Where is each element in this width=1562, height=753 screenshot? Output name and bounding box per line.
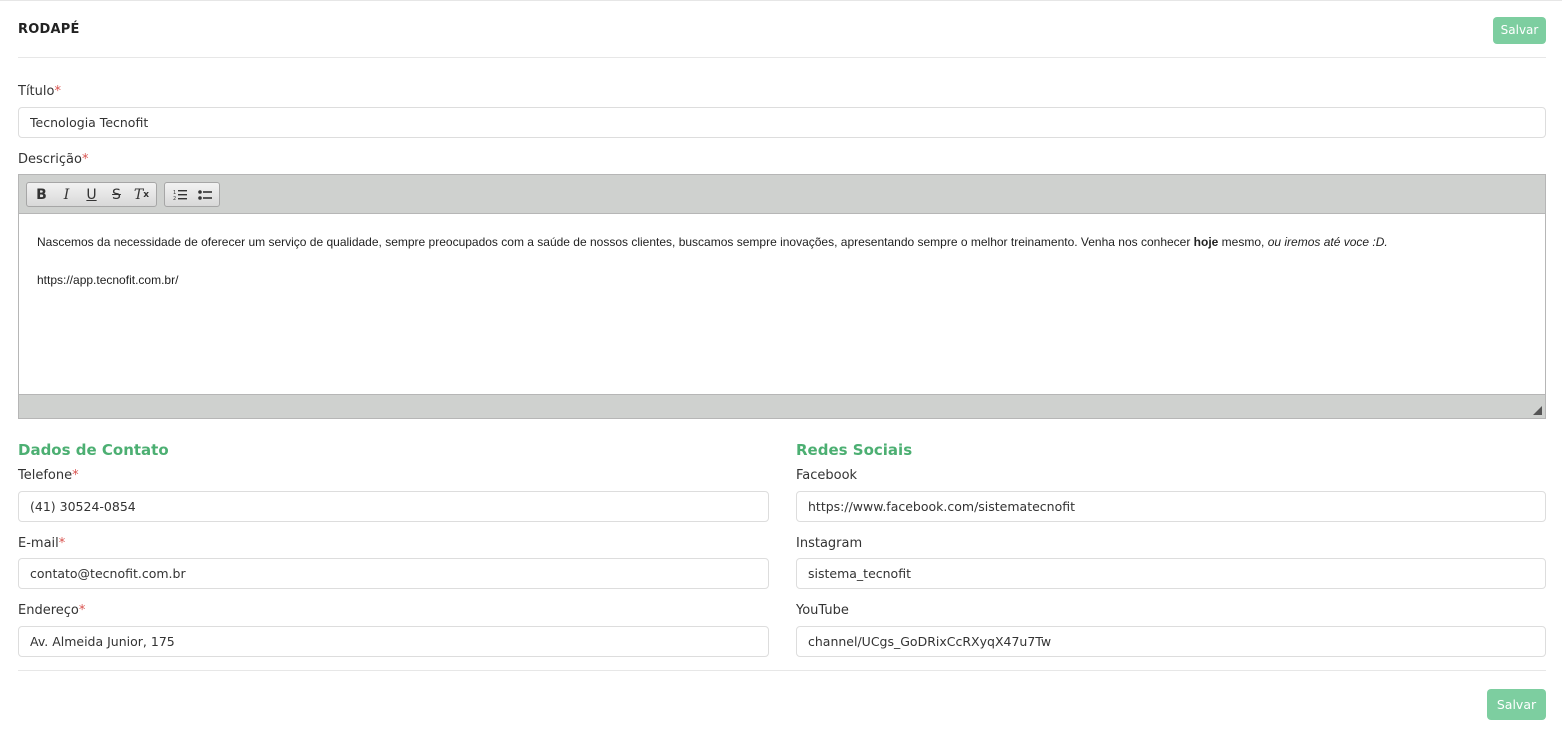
required-mark: * <box>78 603 86 618</box>
facebook-label: Facebook <box>796 468 858 483</box>
panel-header: RODAPÉ Salvar <box>18 1 1546 58</box>
social-section-title: Redes Sociais <box>796 441 913 459</box>
description-text: Nascemos da necessidade de oferecer um s… <box>37 235 1194 249</box>
strikethrough-button[interactable]: S <box>104 184 129 205</box>
editor-toolbar: B I U S Tx 1 2 <box>19 175 1545 214</box>
description-link-paragraph: https://app.tecnofit.com.br/ <box>37 273 179 287</box>
remove-format-icon: T <box>133 186 144 203</box>
youtube-label: YouTube <box>796 603 849 618</box>
description-rich-editor: B I U S Tx 1 2 Nascemos da necessidade d… <box>18 174 1546 419</box>
footer-divider <box>18 670 1546 671</box>
description-paragraph: Nascemos da necessidade de oferecer um s… <box>37 234 1527 250</box>
svg-text:2: 2 <box>173 196 176 201</box>
ordered-list-button[interactable]: 1 2 <box>167 184 192 205</box>
footer-settings-panel: RODAPÉ Salvar Título* Descrição* B I U S… <box>0 0 1562 753</box>
titulo-label-text: Título <box>18 84 55 99</box>
telefone-label-text: Telefone <box>18 468 73 483</box>
save-button-bottom[interactable]: Salvar <box>1487 689 1546 720</box>
required-mark: * <box>81 152 89 167</box>
email-input[interactable] <box>18 558 769 589</box>
description-italic-text: ou iremos até voce :D. <box>1267 235 1388 249</box>
required-mark: * <box>54 84 61 99</box>
format-button-group: B I U S Tx <box>26 182 157 207</box>
list-button-group: 1 2 <box>164 182 220 207</box>
save-button-top[interactable]: Salvar <box>1493 17 1546 44</box>
titulo-input[interactable] <box>18 107 1546 138</box>
description-bold-text: hoje <box>1193 235 1219 249</box>
titulo-label: Título* <box>18 84 61 99</box>
endereco-label: Endereço* <box>18 603 85 618</box>
email-label: E-mail* <box>18 536 65 551</box>
editor-content[interactable]: Nascemos da necessidade de oferecer um s… <box>19 214 1545 395</box>
bold-button[interactable]: B <box>29 184 54 205</box>
descricao-label: Descrição* <box>18 152 88 167</box>
resize-handle-icon[interactable] <box>1533 406 1542 415</box>
required-mark: * <box>58 536 66 551</box>
email-label-text: E-mail <box>18 536 59 551</box>
bullet-list-icon <box>197 189 212 200</box>
descricao-label-text: Descrição <box>18 152 82 167</box>
remove-format-button[interactable]: Tx <box>129 184 154 205</box>
italic-button[interactable]: I <box>54 184 79 205</box>
youtube-input[interactable] <box>796 626 1546 657</box>
underline-button[interactable]: U <box>79 184 104 205</box>
editor-statusbar <box>19 394 1545 418</box>
telefone-input[interactable] <box>18 491 769 522</box>
bullet-list-button[interactable] <box>192 184 217 205</box>
facebook-input[interactable] <box>796 491 1546 522</box>
contact-section-title: Dados de Contato <box>18 441 169 459</box>
required-mark: * <box>72 468 79 483</box>
endereco-label-text: Endereço <box>18 603 79 618</box>
remove-format-sub: x <box>143 189 150 200</box>
endereco-input[interactable] <box>18 626 769 657</box>
description-text-after: mesmo, <box>1218 235 1268 249</box>
ordered-list-icon: 1 2 <box>173 189 187 201</box>
instagram-label: Instagram <box>796 536 863 551</box>
instagram-input[interactable] <box>796 558 1546 589</box>
page-title: RODAPÉ <box>18 22 80 37</box>
telefone-label: Telefone* <box>18 468 79 483</box>
